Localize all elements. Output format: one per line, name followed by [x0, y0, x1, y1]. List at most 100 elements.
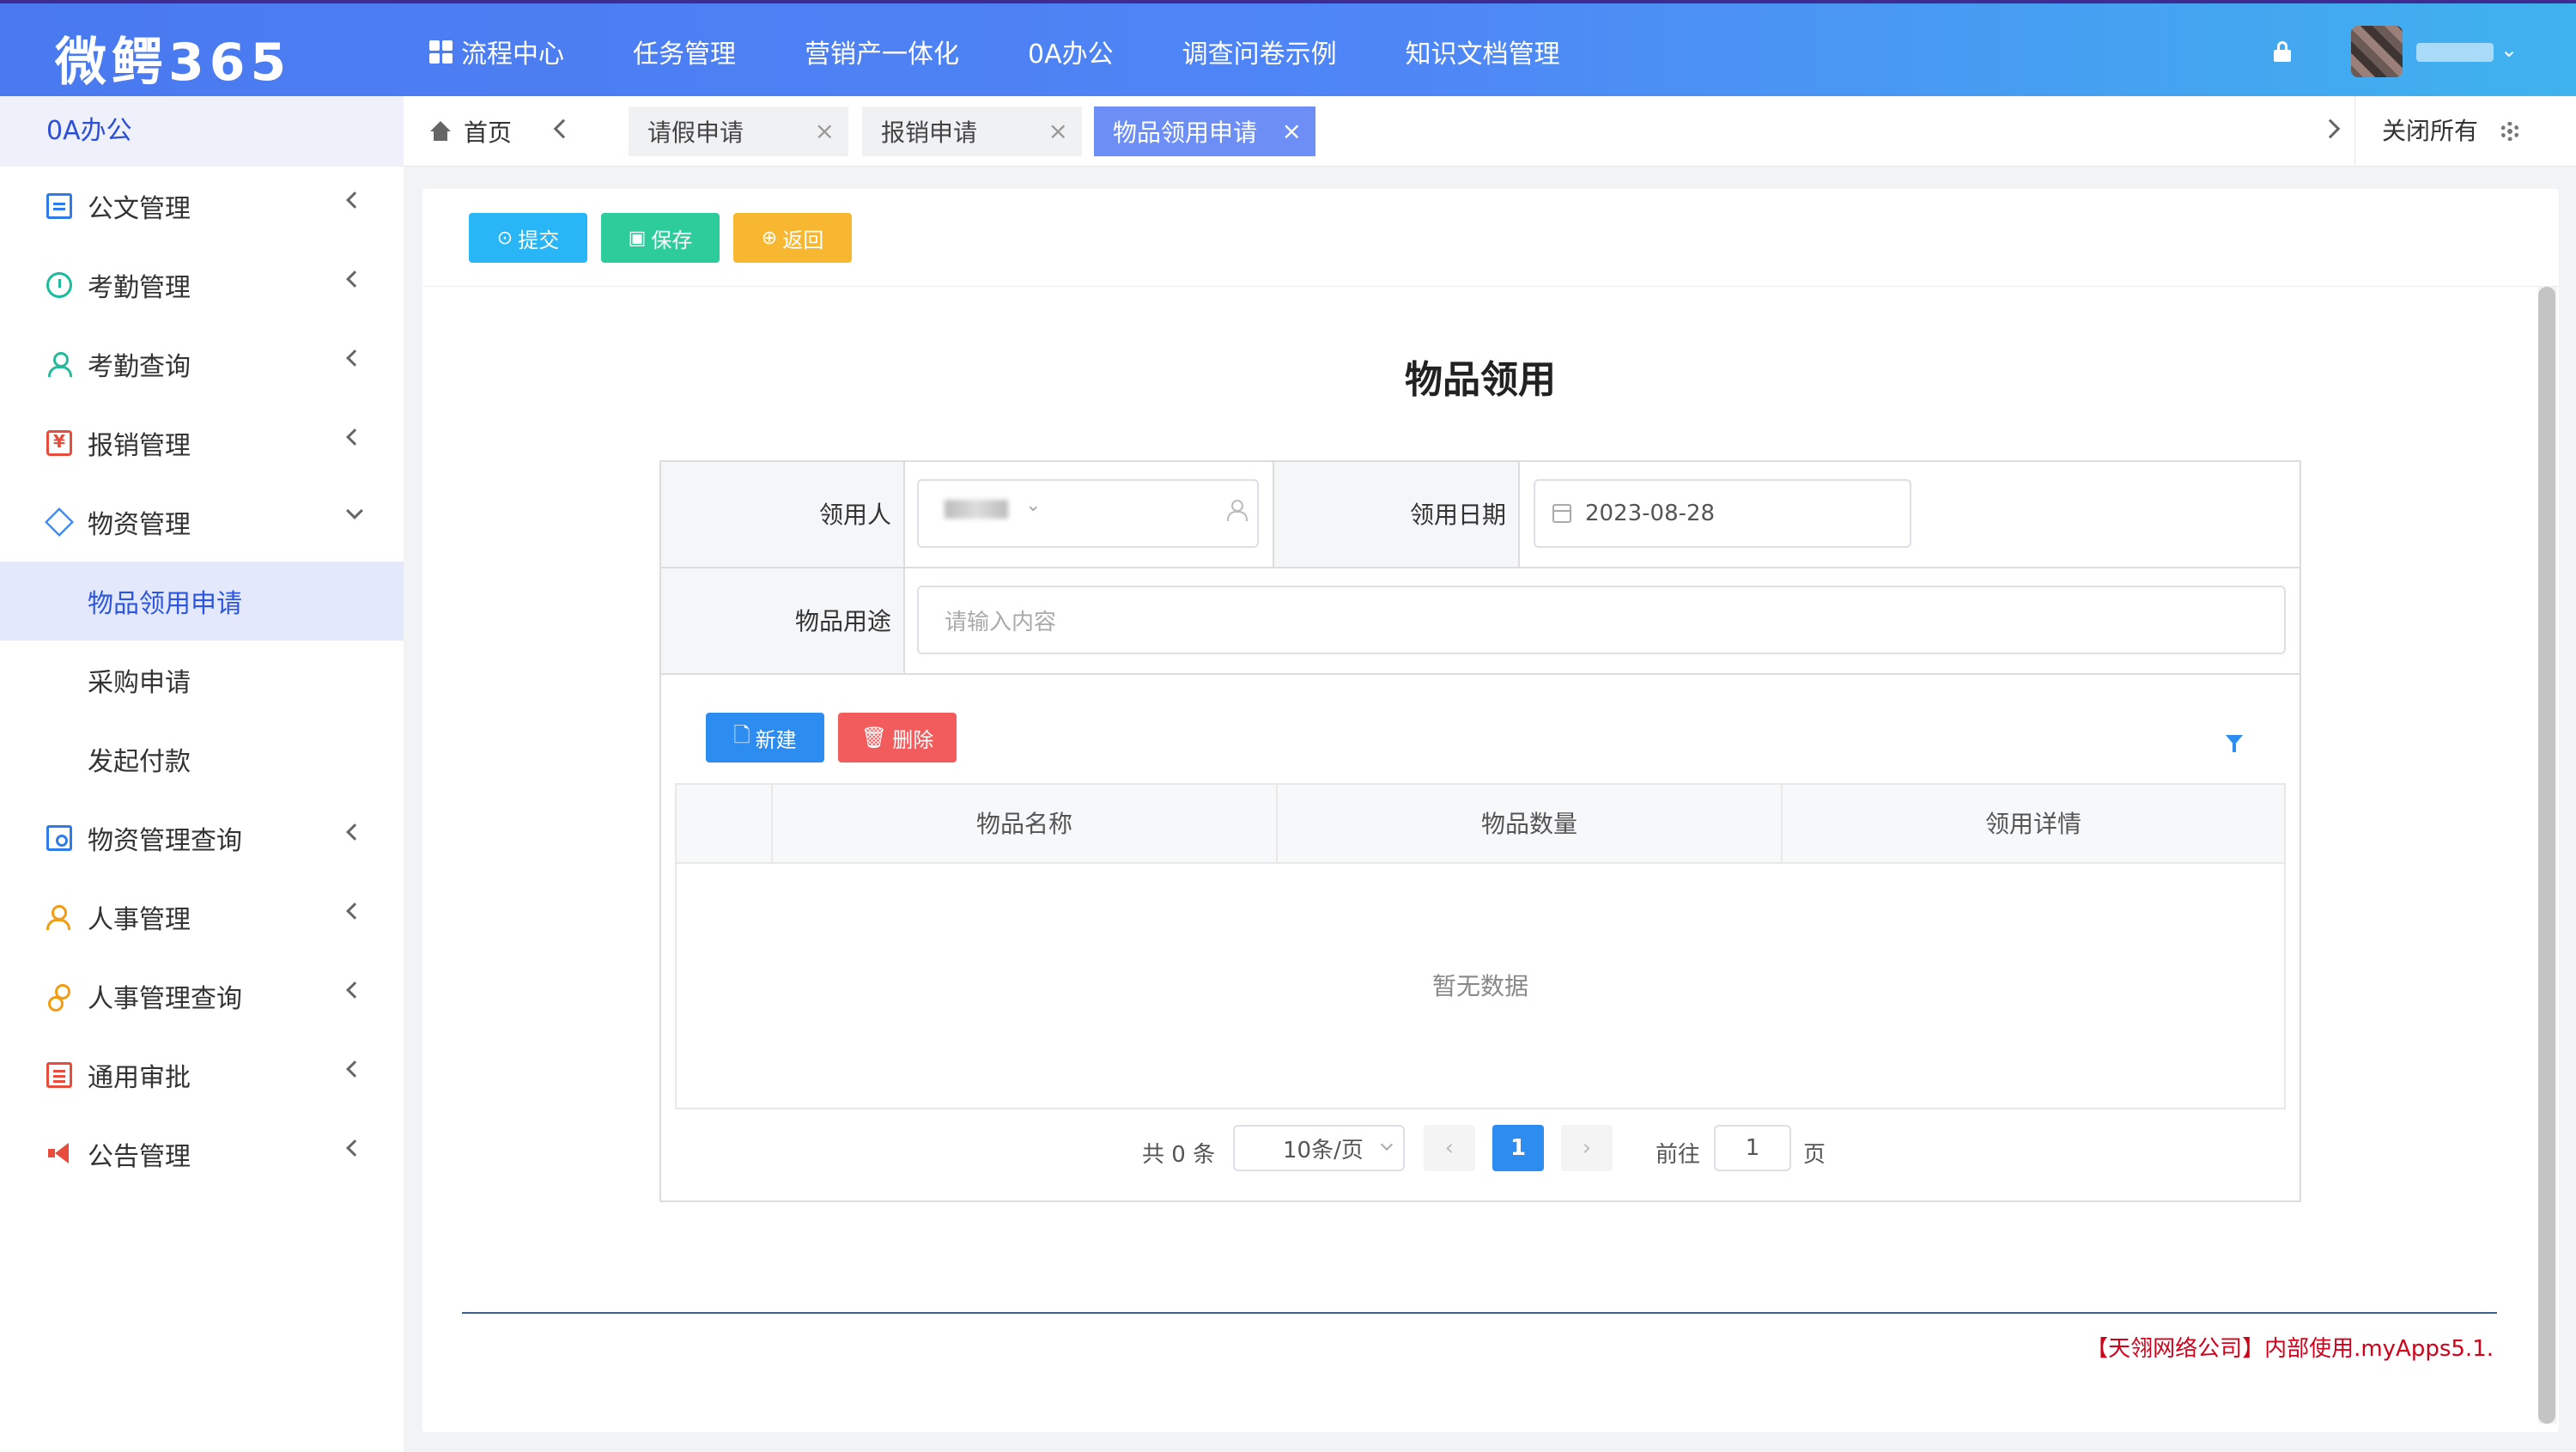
chevron-left-icon — [346, 823, 363, 841]
back-label: 返回 — [782, 228, 824, 252]
list-icon — [46, 1062, 72, 1088]
user-picker-icon[interactable] — [1226, 500, 1248, 522]
next-page-button[interactable]: › — [1561, 1125, 1613, 1171]
current-page-button[interactable]: 1 — [1492, 1125, 1544, 1171]
clock-icon — [46, 272, 72, 298]
close-icon[interactable]: × — [1282, 117, 1302, 145]
app-logo[interactable]: 微鳄365 — [55, 21, 291, 95]
sidebar-subitem-purchase-request[interactable]: 采购申请 — [0, 641, 404, 720]
tabs-scroll-left-icon[interactable] — [553, 118, 574, 139]
sidebar-subitem-initiate-payment[interactable]: 发起付款 — [0, 720, 404, 799]
applicant-value-blurred — [945, 500, 1008, 519]
new-row-button[interactable]: 🗋 新建 — [706, 713, 824, 762]
applicant-select[interactable]: ⌄ — [917, 479, 1259, 548]
tab-home[interactable]: 首页 — [429, 96, 512, 167]
close-icon[interactable]: × — [1048, 117, 1068, 145]
tab-label: 报销申请 — [881, 118, 978, 147]
new-row-label: 新建 — [755, 727, 797, 752]
topnav-oa[interactable]: 0A办公 — [1028, 33, 1114, 70]
topnav-process-center[interactable]: 流程中心 — [429, 33, 564, 70]
topnav-survey[interactable]: 调查问卷示例 — [1182, 33, 1337, 70]
sidebar-item-announcements[interactable]: 公告管理 — [0, 1115, 404, 1194]
empty-state: 暂无数据 — [1431, 972, 1528, 1000]
tab-leave-request[interactable]: 请假申请 × — [629, 106, 848, 156]
submit-circle-icon: ⊙ — [496, 227, 513, 249]
close-all-tabs-button[interactable]: 关闭所有 — [2382, 96, 2478, 167]
filter-icon[interactable] — [2226, 735, 2243, 752]
date-cell: 2023-08-28 — [1520, 462, 2300, 568]
chevron-left-icon — [346, 1060, 363, 1078]
sidebar-item-attendance[interactable]: 考勤管理 — [0, 246, 404, 325]
column-header-item-name[interactable]: 物品名称 — [771, 785, 1276, 864]
sidebar-item-general-approval[interactable]: 通用审批 — [0, 1036, 404, 1115]
form-toolbar: ⊙ 提交 ▣ 保存 ⊕ 返回 — [422, 189, 2559, 287]
trash-icon: 🗑 — [860, 726, 888, 750]
chevron-down-icon[interactable]: ⌄ — [2500, 38, 2518, 62]
save-button[interactable]: ▣ 保存 — [601, 213, 720, 263]
scrollbar-thumb[interactable] — [2538, 287, 2555, 1424]
chevron-left-icon — [346, 270, 363, 288]
tab-reimbursement-request[interactable]: 报销申请 × — [862, 106, 1082, 156]
table-header: 物品名称 物品数量 领用详情 — [677, 785, 2284, 864]
delete-row-button[interactable]: 🗑 删除 — [838, 713, 957, 762]
sidebar-item-materials-query[interactable]: 物资管理查询 — [0, 799, 404, 878]
vertical-scrollbar[interactable] — [2538, 287, 2557, 1424]
column-header-item-quantity[interactable]: 物品数量 — [1276, 785, 1781, 864]
purpose-input[interactable]: 请输入内容 — [917, 586, 2286, 654]
footer-divider — [462, 1312, 2497, 1314]
delete-row-label: 删除 — [892, 727, 934, 752]
purpose-label: 物品用途 — [661, 568, 905, 675]
sidebar-item-reimbursement[interactable]: 报销管理 — [0, 404, 404, 483]
tab-bar: 首页 请假申请 × 报销申请 × 物品领用申请 × 关闭所有 — [404, 96, 2576, 167]
sidebar-subitem-goods-requisition[interactable]: 物品领用申请 — [0, 562, 404, 641]
tab-goods-requisition[interactable]: 物品领用申请 × — [1094, 106, 1315, 156]
sidebar-item-label: 考勤管理 — [88, 273, 191, 303]
topnav-marketing[interactable]: 营销产一体化 — [805, 33, 959, 70]
chevron-left-icon — [346, 428, 363, 446]
sidebar-item-hr-query[interactable]: 人事管理查询 — [0, 957, 404, 1036]
page-suffix: 页 — [1803, 1142, 1826, 1168]
tabs-scroll-right-icon[interactable] — [2320, 118, 2341, 139]
close-icon[interactable]: × — [815, 117, 835, 145]
lock-icon[interactable] — [2274, 41, 2291, 62]
date-picker[interactable]: 2023-08-28 — [1534, 479, 1911, 548]
chevron-down-icon — [1380, 1138, 1394, 1151]
sidebar-item-hr[interactable]: 人事管理 — [0, 878, 404, 957]
back-button[interactable]: ⊕ 返回 — [733, 213, 852, 263]
sidebar: 0A办公 公文管理 考勤管理 考勤查询 报销管理 物资管理 物品领用申请 采购申… — [0, 96, 404, 1452]
page-size-select[interactable]: 10条/页 — [1233, 1125, 1405, 1171]
goods-table: 物品名称 物品数量 领用详情 暂无数据 — [675, 783, 2286, 1109]
home-icon — [429, 121, 452, 142]
people-search-icon — [46, 983, 72, 1012]
goto-label: 前往 — [1656, 1142, 1701, 1168]
username-blurred[interactable] — [2416, 43, 2494, 62]
goto-page-input[interactable]: 1 — [1714, 1125, 1791, 1171]
chevron-left-icon — [346, 349, 363, 367]
avatar[interactable] — [2351, 26, 2403, 77]
submit-button[interactable]: ⊙ 提交 — [469, 213, 587, 263]
requisition-form: 领用人 ⌄ 领用日期 2023-08-28 物品用途 请输入内容 🗋 新建 🗑 … — [659, 460, 2301, 1202]
prev-page-button[interactable]: ‹ — [1424, 1125, 1475, 1171]
date-label: 领用日期 — [1274, 462, 1520, 568]
sidebar-item-attendance-query[interactable]: 考勤查询 — [0, 325, 404, 404]
pagination: 共 0 条 10条/页 ‹ 1 › 前往 1 页 — [661, 1123, 2303, 1175]
topnav-task-management[interactable]: 任务管理 — [633, 33, 736, 70]
purpose-placeholder: 请输入内容 — [945, 609, 1057, 635]
sidebar-header: 0A办公 — [0, 96, 404, 167]
user-icon — [46, 351, 72, 377]
box-icon — [45, 507, 74, 537]
sidebar-item-label: 报销管理 — [88, 431, 191, 461]
new-file-icon: 🗋 — [733, 722, 750, 747]
sidebar-item-materials[interactable]: 物资管理 — [0, 483, 404, 562]
select-column-header[interactable] — [677, 785, 771, 864]
sidebar-item-label: 物资管理 — [88, 510, 191, 540]
column-header-details[interactable]: 领用详情 — [1781, 785, 2284, 864]
top-nav: 流程中心 任务管理 营销产一体化 0A办公 调查问卷示例 知识文档管理 — [429, 3, 1629, 100]
chevron-left-icon — [346, 981, 363, 999]
chevron-down-icon: ⌄ — [1025, 495, 1042, 516]
sidebar-item-official-docs[interactable]: 公文管理 — [0, 167, 404, 246]
sidebar-item-label: 公文管理 — [88, 194, 191, 224]
divider — [2354, 96, 2355, 167]
topnav-knowledge-docs[interactable]: 知识文档管理 — [1406, 33, 1560, 70]
gear-icon[interactable] — [2500, 122, 2519, 141]
